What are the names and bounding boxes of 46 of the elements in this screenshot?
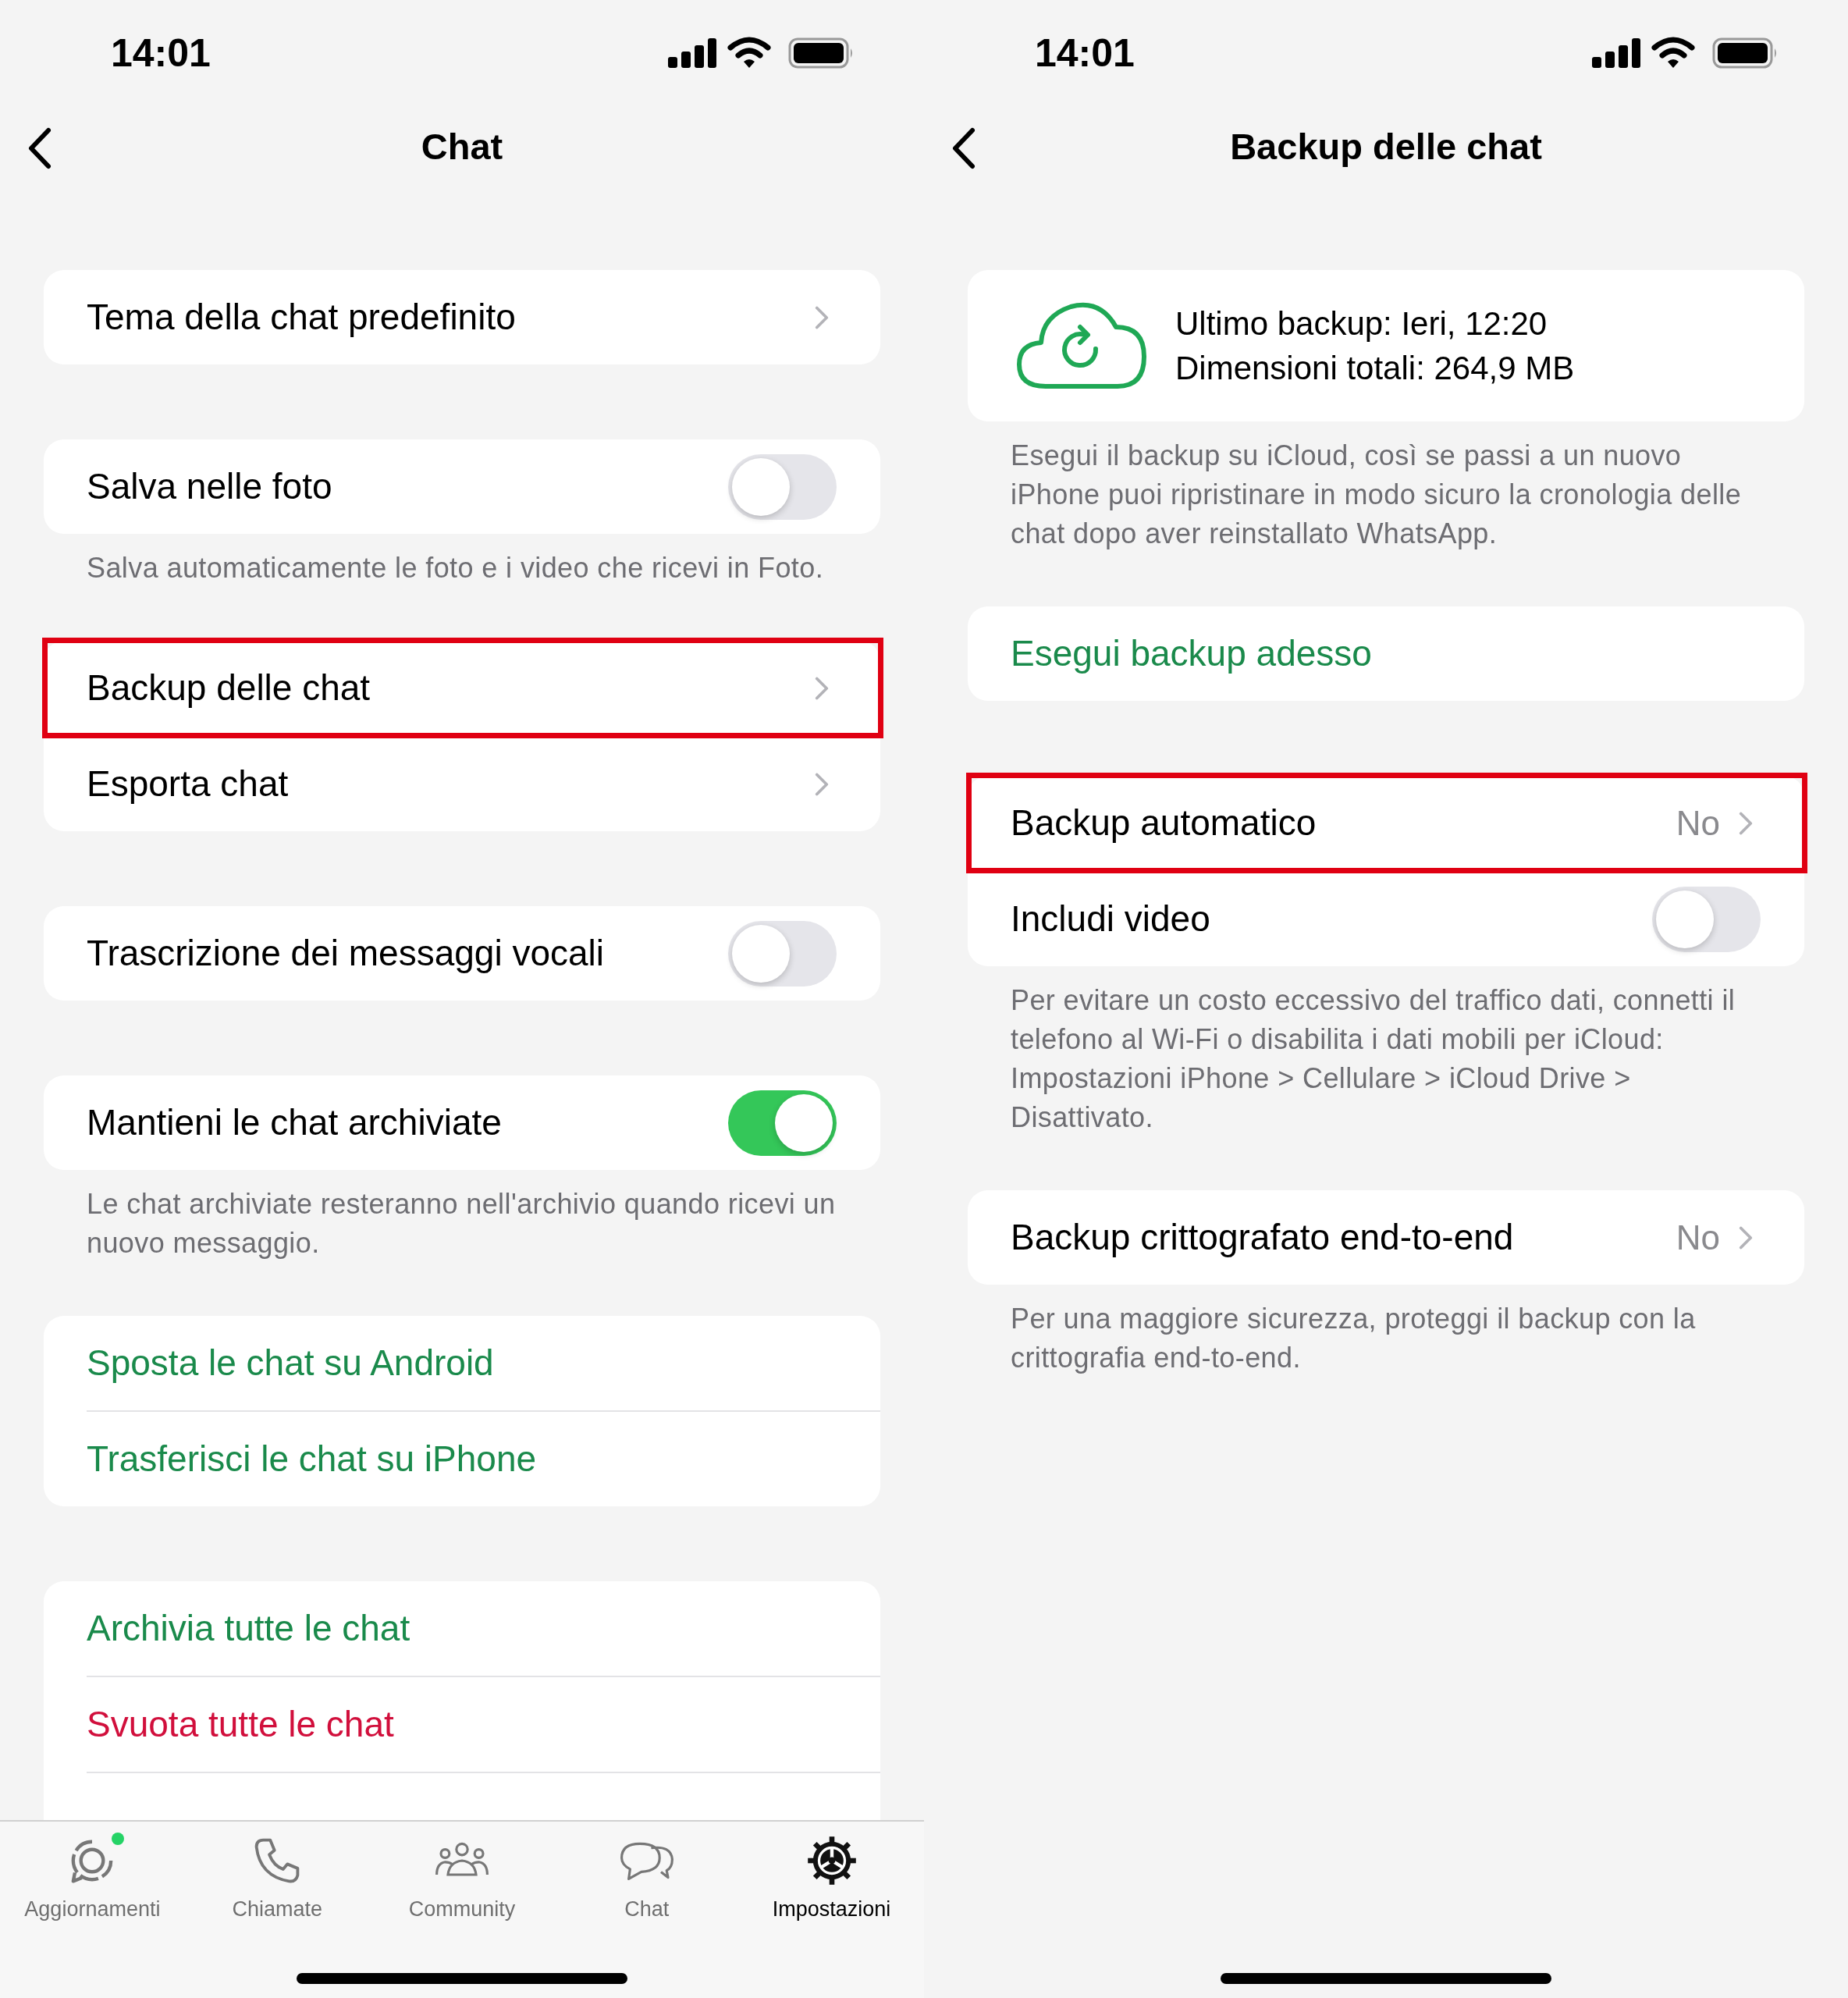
back-icon[interactable] [28, 127, 52, 169]
back-icon[interactable] [952, 127, 976, 169]
action-link[interactable]: Archivia tutte le chat [44, 1581, 880, 1676]
row-label[interactable]: Mantieni le chat archiviate [87, 1096, 728, 1150]
wifi-icon [727, 37, 771, 69]
battery-icon [788, 37, 854, 69]
chevron-icon [1739, 1225, 1753, 1250]
footer-note: Per una maggiore sicurezza, proteggi il backup con la crittografia end-to-end. [1010, 1302, 1697, 1375]
chevron-icon [815, 772, 829, 796]
battery-icon [1712, 37, 1778, 69]
tab-item[interactable]: Impostazioni [739, 1833, 924, 1925]
row-label[interactable]: Salva nelle foto [87, 460, 728, 514]
chevron-icon [1739, 811, 1753, 835]
backup-info-text: Ultimo backup: Ieri, 12:20 [1175, 304, 1548, 343]
action-link[interactable]: Trasferisci le chat su iPhone [44, 1412, 880, 1506]
nav-title: Backup delle chat [1230, 124, 1542, 169]
status-time: 14:01 [111, 30, 211, 76]
footer-note: Salva automaticamente le foto e i video che ricevi in Foto. [86, 551, 825, 585]
row-label[interactable]: Trascrizione dei messaggi vocali [87, 926, 728, 980]
row-value: No [1676, 802, 1720, 844]
chevron-icon [815, 305, 829, 329]
tab-item[interactable]: Community [369, 1833, 555, 1925]
signal-icon [1592, 38, 1640, 68]
footer-note: Le chat archiviate resteranno nell'archivio quando ricevi un nuovo messaggio. [86, 1187, 837, 1260]
row-label[interactable]: Tema della chat predefinito [87, 290, 815, 344]
row-label[interactable]: Backup crittografato end-to-end [1011, 1211, 1676, 1264]
backup-info-text: Dimensioni totali: 264,9 MB [1175, 349, 1575, 388]
nav-title: Chat [421, 124, 503, 169]
chevron-icon [815, 676, 829, 700]
wifi-icon [1651, 37, 1695, 69]
action-link[interactable]: Svuota tutte le chat [44, 1677, 880, 1772]
footer-note: Esegui il backup su iCloud, così se passi a un nuovo iPhone puoi ripristinare in modo sicuro la cronologia delle chat dopo aver reinstallato WhatsApp. [1010, 439, 1743, 551]
row-label[interactable]: Backup delle chat [87, 661, 815, 715]
tab-item[interactable]: Chat [554, 1833, 740, 1925]
tab-item[interactable]: Aggiornamenti [0, 1833, 185, 1925]
row-label[interactable]: Esporta chat [87, 757, 815, 811]
signal-icon [668, 38, 716, 68]
action-link[interactable]: Sposta le chat su Android [44, 1316, 880, 1410]
row-value: No [1676, 1217, 1720, 1258]
tab-item[interactable]: Chiamate [184, 1833, 370, 1925]
status-time: 14:01 [1035, 30, 1135, 76]
footer-note: Per evitare un costo eccessivo del traffico dati, connetti il telefono al Wi-Fi o disabilita i dati mobili per iCloud: Impostazioni iPhone > Cellulare > iCloud Drive > Disattivato. [1010, 983, 1736, 1135]
cloud-sync-icon [1015, 300, 1149, 391]
action-link[interactable]: Esegui backup adesso [968, 606, 1804, 701]
row-label[interactable]: Includi video [1011, 892, 1652, 946]
row-label[interactable]: Backup automatico [1011, 796, 1676, 850]
